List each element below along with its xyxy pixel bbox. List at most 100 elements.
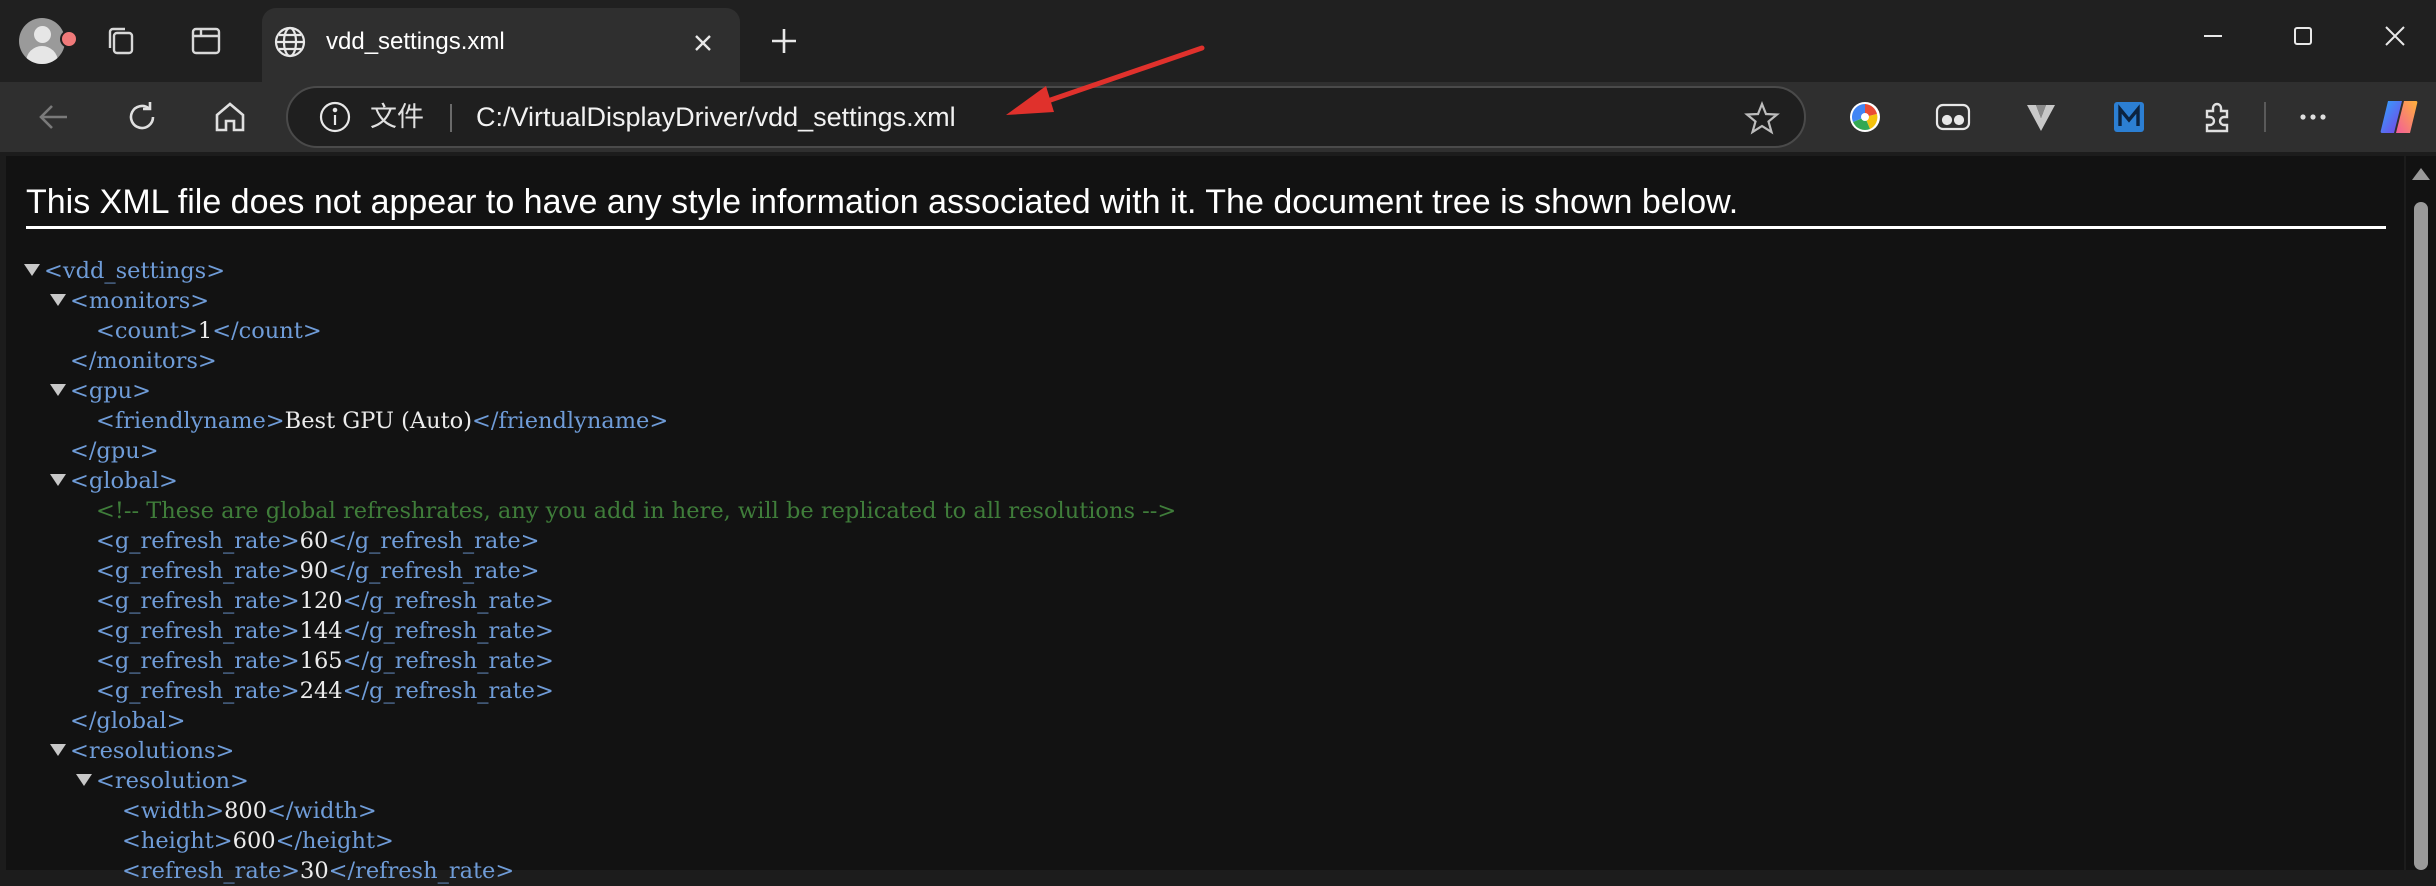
xml-line: </monitors> — [24, 346, 1176, 376]
xml-line: <friendlyname>Best GPU (Auto)</friendlyn… — [24, 406, 1176, 436]
xml-value: 800 — [224, 798, 268, 824]
extension-v-button[interactable] — [2018, 94, 2064, 140]
xml-open-tag: <resolution> — [96, 768, 249, 794]
xml-value: 120 — [299, 588, 343, 614]
xml-line: </gpu> — [24, 436, 1176, 466]
xml-close-tag: </g_refresh_rate> — [328, 528, 540, 554]
xml-line: <width>800</width> — [24, 796, 1176, 826]
xml-line: <global> — [24, 466, 1176, 496]
active-tab[interactable]: vdd_settings.xml — [262, 8, 740, 82]
xml-open-tag: <g_refresh_rate> — [96, 678, 300, 704]
xml-open-tag: <g_refresh_rate> — [96, 528, 300, 554]
scroll-thumb[interactable] — [2414, 202, 2428, 870]
xml-comment: <!-- These are global refreshrates, any … — [96, 498, 1177, 524]
home-button[interactable] — [204, 91, 256, 143]
xml-document-tree: <vdd_settings> <monitors> <count>1</count>… — [24, 256, 1176, 886]
collapse-toggle-icon[interactable] — [50, 744, 66, 756]
address-bar[interactable]: 文件 C:/VirtualDisplayDriver/vdd_settings.… — [286, 86, 1806, 148]
vertical-scrollbar[interactable] — [2406, 156, 2436, 870]
pinwheel-icon — [1850, 102, 1880, 132]
xml-value: Best GPU (Auto) — [284, 408, 472, 434]
xml-value: 90 — [299, 558, 329, 584]
xml-open-tag: <g_refresh_rate> — [96, 648, 300, 674]
star-icon[interactable] — [1744, 100, 1780, 136]
maximize-icon — [2294, 27, 2312, 45]
home-icon — [215, 102, 245, 132]
address-separator — [450, 104, 452, 132]
xml-open-tag: <g_refresh_rate> — [96, 558, 300, 584]
xml-value: 60 — [299, 528, 329, 554]
xml-line: <g_refresh_rate>120</g_refresh_rate> — [24, 586, 1176, 616]
glasses-icon — [1935, 103, 1971, 131]
minimize-button[interactable] — [2176, 14, 2250, 58]
minimize-icon — [2204, 35, 2222, 37]
tab-title: vdd_settings.xml — [326, 28, 505, 55]
xml-value: 30 — [300, 858, 329, 884]
xml-open-tag: </monitors> — [70, 348, 217, 374]
maximize-button[interactable] — [2266, 14, 2340, 58]
close-icon — [2385, 26, 2405, 46]
collapse-toggle-icon[interactable] — [50, 294, 66, 306]
xml-close-tag: </g_refresh_rate> — [342, 648, 554, 674]
xml-value: 244 — [299, 678, 343, 704]
xml-line: <resolution> — [24, 766, 1176, 796]
more-options-button[interactable] — [2290, 94, 2336, 140]
toolbar: 文件 C:/VirtualDisplayDriver/vdd_settings.… — [0, 82, 2436, 152]
xml-open-tag: <g_refresh_rate> — [96, 588, 300, 614]
xml-open-tag: <gpu> — [70, 378, 152, 404]
workspaces-button[interactable] — [94, 14, 150, 68]
tab-actions-button[interactable] — [178, 14, 234, 68]
new-tab-button[interactable] — [756, 14, 812, 68]
workspaces-icon — [108, 27, 134, 55]
close-window-button[interactable] — [2358, 14, 2432, 58]
xml-close-tag: </refresh_rate> — [328, 858, 515, 884]
extension-glasses-button[interactable] — [1930, 94, 1976, 140]
collapse-toggle-icon[interactable] — [50, 384, 66, 396]
xml-close-tag: </g_refresh_rate> — [342, 588, 554, 614]
copilot-button[interactable] — [2376, 94, 2422, 140]
xml-close-tag: </g_refresh_rate> — [328, 558, 540, 584]
xml-open-tag: <vdd_settings> — [44, 258, 226, 284]
xml-line: <refresh_rate>30</refresh_rate> — [24, 856, 1176, 886]
collapse-toggle-icon[interactable] — [24, 264, 40, 276]
page-content: This XML file does not appear to have an… — [6, 156, 2404, 884]
xml-line: <monitors> — [24, 286, 1176, 316]
xml-close-tag: </height> — [275, 828, 394, 854]
xml-open-tag: <global> — [70, 468, 178, 494]
xml-line: <vdd_settings> — [24, 256, 1176, 286]
extension-colorful-button[interactable] — [1842, 94, 1888, 140]
xml-line: <g_refresh_rate>90</g_refresh_rate> — [24, 556, 1176, 586]
xml-line: <g_refresh_rate>60</g_refresh_rate> — [24, 526, 1176, 556]
tab-actions-icon — [191, 27, 221, 55]
globe-icon — [274, 26, 306, 58]
xml-close-tag: </g_refresh_rate> — [342, 678, 554, 704]
close-tab-icon[interactable] — [686, 26, 720, 60]
xml-open-tag: </gpu> — [70, 438, 159, 464]
xml-close-tag: </count> — [212, 318, 322, 344]
xml-line: <height>600</height> — [24, 826, 1176, 856]
xml-close-tag: </g_refresh_rate> — [342, 618, 554, 644]
xml-line: <g_refresh_rate>165</g_refresh_rate> — [24, 646, 1176, 676]
xml-line: <g_refresh_rate>244</g_refresh_rate> — [24, 676, 1176, 706]
avatar — [19, 18, 65, 64]
address-url[interactable]: C:/VirtualDisplayDriver/vdd_settings.xml — [476, 88, 956, 146]
xml-open-tag: <monitors> — [70, 288, 210, 314]
refresh-button[interactable] — [116, 91, 168, 143]
title-bar: vdd_settings.xml — [0, 0, 2436, 82]
plus-icon — [772, 29, 796, 53]
xml-open-tag: </global> — [70, 708, 186, 734]
collapse-toggle-icon[interactable] — [50, 474, 66, 486]
notification-dot — [60, 30, 78, 48]
back-button[interactable] — [28, 91, 80, 143]
v-logo-icon — [2027, 105, 2055, 131]
extensions-button[interactable] — [2194, 94, 2240, 140]
copilot-icon — [2380, 101, 2418, 133]
scroll-up-arrow-icon[interactable] — [2412, 168, 2430, 180]
xml-open-tag: <resolutions> — [70, 738, 235, 764]
xml-close-tag: </width> — [267, 798, 377, 824]
collapse-toggle-icon[interactable] — [76, 774, 92, 786]
xml-open-tag: <refresh_rate> — [122, 858, 300, 884]
extension-m-button[interactable] — [2106, 94, 2152, 140]
profile-button[interactable] — [14, 14, 78, 68]
info-icon[interactable] — [318, 100, 352, 134]
